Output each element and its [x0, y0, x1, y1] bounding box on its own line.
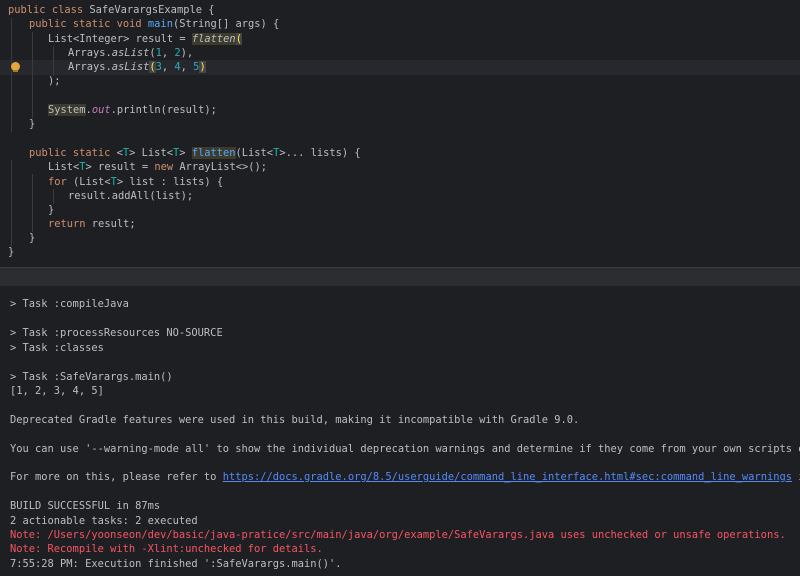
keyword: static: [72, 147, 111, 159]
keyword: void: [116, 18, 142, 30]
console-line: 2 actionable tasks: 2 executed: [10, 515, 198, 527]
panel-divider[interactable]: [0, 267, 800, 286]
code-line-17[interactable]: }: [8, 231, 35, 245]
method-name: main: [147, 18, 173, 30]
console-line: > Task :processResources NO-SOURCE: [10, 327, 223, 339]
build-status: BUILD SUCCESSFUL in 87ms: [10, 500, 161, 512]
method-call: asList: [111, 47, 150, 59]
code-text: ArrayList<>();: [173, 161, 267, 173]
code-text: List<: [141, 147, 173, 159]
code-line-15[interactable]: }: [8, 203, 54, 217]
console-line: You can use '--warning-mode all' to show…: [10, 443, 800, 455]
code-text: > result =: [85, 161, 155, 173]
code-text: result;: [85, 218, 136, 230]
class-ref: System: [48, 104, 86, 116]
code-line-6[interactable]: );: [8, 74, 61, 88]
keyword: for: [48, 176, 67, 188]
code-text: ),: [180, 47, 194, 59]
code-text: {: [201, 4, 215, 16]
code-line-5[interactable]: Arrays.asList(3, 4, 5): [8, 60, 206, 74]
console-warning: Note: Recompile with -Xlint:unchecked fo…: [10, 543, 323, 555]
code-text: .println(result);: [110, 104, 217, 116]
code-text: );: [48, 75, 61, 87]
code-text: }: [29, 232, 36, 244]
code-text: (String[] args) {: [172, 18, 280, 30]
keyword: public: [8, 4, 46, 16]
keyword: class: [51, 4, 84, 16]
console-warning: Note: /Users/yoonseon/dev/basic/java-pra…: [10, 529, 786, 541]
keyword: public: [29, 147, 67, 159]
method-name: flatten: [191, 147, 236, 159]
console-line: Deprecated Gradle features were used in …: [10, 414, 580, 426]
keyword: new: [154, 161, 174, 173]
code-text: > list : lists) {: [116, 176, 224, 188]
keyword: return: [48, 218, 86, 230]
code-text: ,: [161, 61, 175, 73]
console-line: > Task :SafeVarargs.main(): [10, 371, 173, 383]
code-line-3[interactable]: List<Integer> result = flatten(: [8, 32, 242, 46]
code-line-1[interactable]: public class SafeVarargsExample {: [8, 3, 214, 17]
console-more-info: For more on this, please refer to https:…: [10, 470, 800, 484]
keyword: static: [72, 18, 111, 30]
code-text: >: [179, 147, 192, 159]
static-field: out: [91, 104, 111, 116]
code-text: >... lists) {: [279, 147, 361, 159]
code-text: (List<: [235, 147, 274, 159]
run-console[interactable]: > Task :compileJava > Task :processResou…: [0, 286, 800, 576]
code-line-2[interactable]: public static void main(String[] args) {: [8, 17, 279, 31]
code-line-14[interactable]: result.addAll(list);: [8, 189, 193, 203]
code-line-9[interactable]: }: [8, 117, 35, 131]
code-text: }: [8, 246, 15, 258]
matched-paren: ): [199, 61, 206, 73]
code-text: result.addAll(list);: [68, 190, 194, 202]
code-text: Arrays.: [68, 47, 112, 59]
code-line-18[interactable]: }: [8, 245, 14, 259]
console-line: 7:55:28 PM: Execution finished ':SafeVar…: [10, 558, 342, 570]
code-line-13[interactable]: for (List<T> list : lists) {: [8, 175, 223, 189]
code-text: }: [29, 118, 36, 130]
code-text: ,: [180, 61, 194, 73]
code-text: Arrays.: [68, 61, 112, 73]
console-line: > Task :compileJava: [10, 298, 129, 310]
code-text: (List<: [66, 176, 111, 188]
keyword: public: [29, 18, 67, 30]
docs-link[interactable]: https://docs.gradle.org/8.5/userguide/co…: [223, 471, 792, 483]
code-line-16[interactable]: return result;: [8, 217, 136, 231]
console-line: > Task :classes: [10, 342, 104, 354]
code-line-8[interactable]: System.out.println(result);: [8, 103, 217, 117]
code-editor[interactable]: public class SafeVarargsExample { public…: [0, 0, 800, 267]
console-output: [1, 2, 3, 4, 5]: [10, 385, 104, 397]
matched-paren: (: [235, 33, 242, 45]
code-text: }: [48, 204, 55, 216]
code-line-4[interactable]: Arrays.asList(1, 2),: [8, 46, 193, 60]
method-call: flatten: [191, 33, 236, 45]
code-text: List<: [48, 161, 80, 173]
class-name: SafeVarargsExample: [89, 4, 202, 16]
console-text: in the Gradle documentation.: [792, 471, 800, 483]
console-text: For more on this, please refer to: [10, 471, 223, 483]
code-line-12[interactable]: List<T> result = new ArrayList<>();: [8, 160, 267, 174]
code-text: >: [129, 147, 142, 159]
code-text: ,: [161, 47, 175, 59]
method-call: asList: [111, 61, 150, 73]
code-text: List<Integer> result =: [48, 33, 192, 45]
code-line-11[interactable]: public static <T> List<T> flatten(List<T…: [8, 146, 361, 160]
